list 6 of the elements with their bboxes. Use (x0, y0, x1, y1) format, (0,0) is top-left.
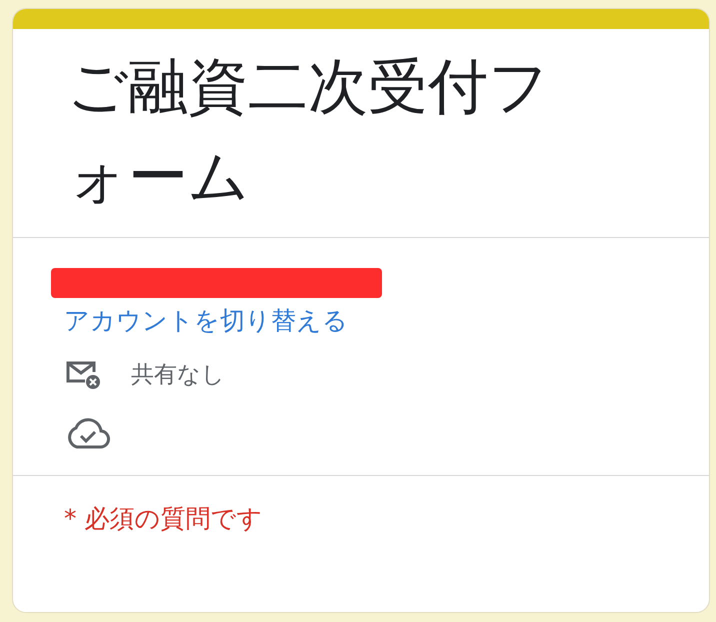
required-note: * 必須の質問です (63, 503, 264, 535)
switch-account-link[interactable]: アカウントを切り替える (64, 304, 348, 337)
form-title: ご融資二次受付フォーム (67, 51, 550, 214)
mail-blocked-icon (65, 359, 101, 389)
sharing-status: 共有なし (131, 360, 225, 390)
cloud-check-icon (65, 418, 111, 450)
